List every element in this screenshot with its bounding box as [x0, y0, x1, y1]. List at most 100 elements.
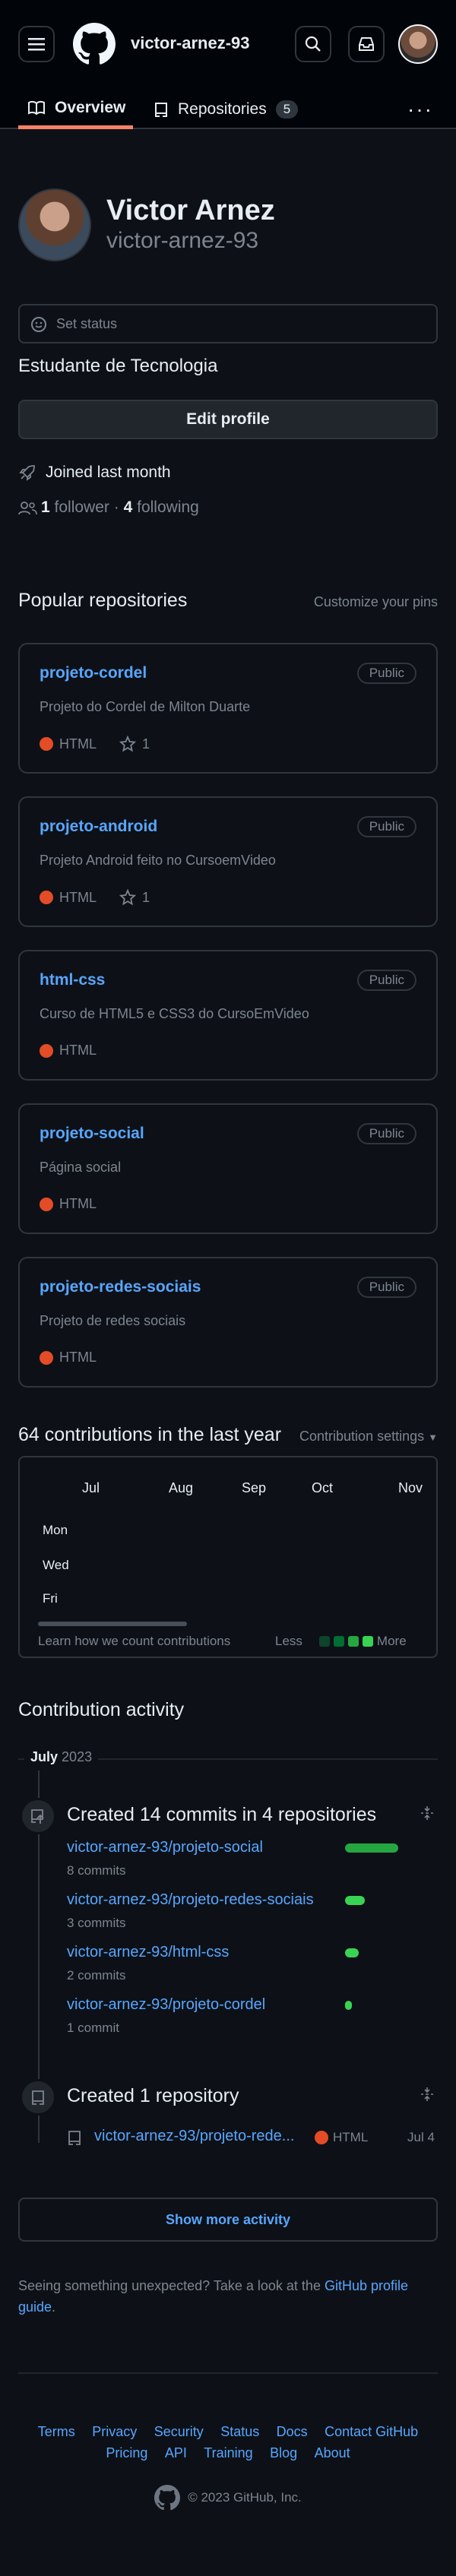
created-repo-summary: Created 1 repository: [67, 2085, 239, 2106]
html-language-dot: [40, 737, 53, 751]
learn-contributions-link[interactable]: Learn how we count contributions: [38, 1634, 230, 1649]
book-icon: [28, 100, 45, 115]
repo-description: Projeto de redes sociais: [40, 1313, 186, 1328]
header-username[interactable]: victor-arnez-93: [131, 33, 250, 53]
followers-line[interactable]: 1 follower · 4 following: [41, 498, 199, 517]
menu-button[interactable]: [18, 26, 55, 62]
repo-card: projeto-redes-sociais Public Projeto de re…: [18, 1257, 438, 1388]
footer-link-docs[interactable]: Docs: [277, 2424, 308, 2439]
html-language-dot: [40, 1350, 53, 1365]
show-more-activity-button[interactable]: Show more activity: [18, 2198, 438, 2242]
contribution-settings-label: Contribution settings: [299, 1429, 425, 1444]
search-button[interactable]: [295, 26, 331, 62]
commit-count: 1 commit: [67, 2021, 119, 2035]
repo-name-link[interactable]: projeto-android: [40, 818, 157, 836]
inbox-button[interactable]: [348, 26, 385, 62]
tab-overview-label: Overview: [55, 98, 126, 116]
profile-login: victor-arnez-93: [106, 228, 259, 253]
legend-level-1: [318, 1636, 330, 1647]
footer-link-contact[interactable]: Contact GitHub: [325, 2424, 418, 2439]
footer-link-status[interactable]: Status: [220, 2424, 259, 2439]
commit-share-bar: [345, 1843, 398, 1853]
repo-card: projeto-social Public Página social HTML: [18, 1103, 438, 1234]
commit-count: 2 commits: [67, 1968, 126, 1983]
inbox-icon: [359, 37, 374, 51]
commit-share-bar: [345, 2001, 352, 2010]
commit-repo-link[interactable]: victor-arnez-93/projeto-social: [67, 1839, 263, 1856]
footer-link-blog[interactable]: Blog: [270, 2445, 297, 2460]
footer-link-security[interactable]: Security: [154, 2424, 204, 2439]
commit-share-bar: [345, 1896, 365, 1905]
html-language-dot: [315, 2131, 328, 2144]
github-logo-icon[interactable]: [154, 2485, 181, 2511]
star-icon[interactable]: [119, 736, 136, 752]
status-placeholder: Set status: [56, 315, 118, 331]
footer-link-terms[interactable]: Terms: [38, 2424, 75, 2439]
footer-divider: [18, 2372, 438, 2374]
month-label: Sep: [242, 1480, 267, 1495]
collapse-icon[interactable]: [420, 1805, 435, 1821]
smiley-icon: [31, 317, 46, 332]
repo-language: HTML: [59, 736, 97, 752]
tab-repositories[interactable]: Repositories 5: [154, 90, 299, 129]
repo-name-link[interactable]: projeto-social: [40, 1125, 144, 1143]
visibility-badge: Public: [356, 970, 416, 991]
created-repo-link[interactable]: victor-arnez-93/projeto-rede...: [94, 2128, 294, 2145]
profile-tabs: Overview Repositories 5 ···: [0, 90, 456, 129]
following-label: following: [137, 498, 199, 516]
notice-period: .: [52, 2299, 56, 2315]
copyright-text: © 2023 GitHub, Inc.: [188, 2490, 302, 2505]
commit-count: 3 commits: [67, 1916, 126, 1930]
graph-scrollbar[interactable]: [38, 1622, 187, 1626]
popular-repos-title: Popular repositories: [18, 590, 188, 611]
tab-overview[interactable]: Overview: [18, 90, 134, 129]
footer-link-training[interactable]: Training: [204, 2445, 252, 2460]
following-count: 4: [123, 498, 133, 516]
commit-repo-link[interactable]: victor-arnez-93/projeto-redes-sociais: [67, 1891, 314, 1909]
commit-repo-link[interactable]: victor-arnez-93/projeto-cordel: [67, 1996, 265, 2014]
repo-language: HTML: [59, 889, 97, 905]
more-tabs-button[interactable]: ···: [407, 90, 433, 129]
repo-push-icon: [31, 1809, 44, 1824]
repo-description: Projeto do Cordel de Milton Duarte: [40, 699, 251, 714]
footer-links-row-2: Pricing API Training Blog About: [0, 2445, 456, 2461]
search-icon: [305, 36, 321, 52]
star-count[interactable]: 1: [142, 736, 150, 752]
people-icon: [18, 502, 37, 515]
star-icon[interactable]: [119, 889, 136, 906]
day-label: Mon: [43, 1523, 68, 1537]
legend-level-2: [333, 1636, 344, 1647]
html-language-dot: [40, 1197, 53, 1211]
repo-name-link[interactable]: html-css: [40, 971, 105, 989]
activity-year: 2023: [62, 1749, 93, 1764]
repo-name-link[interactable]: projeto-cordel: [40, 664, 147, 682]
footer-link-about[interactable]: About: [315, 2445, 350, 2460]
tab-repositories-label: Repositories: [178, 100, 267, 118]
repo-card: projeto-android Public Projeto Android fei…: [18, 796, 438, 927]
footer-link-privacy[interactable]: Privacy: [92, 2424, 137, 2439]
user-avatar-menu[interactable]: [398, 24, 438, 64]
customize-pins-link[interactable]: Customize your pins: [314, 594, 438, 610]
followers-count: 1: [41, 498, 50, 516]
profile-bio: Estudante de Tecnologia: [18, 356, 218, 376]
repo-card: html-css Public Curso de HTML5 e CSS3 do C…: [18, 950, 438, 1081]
repo-icon: [155, 103, 167, 117]
edit-profile-button[interactable]: Edit profile: [18, 400, 438, 439]
repo-name-link[interactable]: projeto-redes-sociais: [40, 1278, 201, 1296]
footer-link-api[interactable]: API: [165, 2445, 187, 2460]
visibility-badge: Public: [356, 1277, 416, 1298]
visibility-badge: Public: [356, 1123, 416, 1144]
legend-less: Less: [275, 1634, 302, 1648]
month-label: Nov: [398, 1480, 423, 1495]
github-logo-icon[interactable]: [73, 23, 116, 65]
set-status-button[interactable]: Set status: [18, 304, 438, 343]
star-count[interactable]: 1: [142, 890, 150, 906]
contribution-settings-dropdown[interactable]: Contribution settings ▼: [299, 1429, 438, 1445]
repo-card: projeto-cordel Public Projeto do Cordel de…: [18, 643, 438, 774]
profile-avatar[interactable]: [18, 188, 91, 261]
repo-meta: HTML: [40, 1196, 97, 1212]
footer-link-pricing[interactable]: Pricing: [106, 2445, 147, 2460]
rocket-icon: [19, 465, 35, 481]
collapse-icon[interactable]: [420, 2087, 435, 2102]
commit-repo-link[interactable]: victor-arnez-93/html-css: [67, 1944, 229, 1961]
